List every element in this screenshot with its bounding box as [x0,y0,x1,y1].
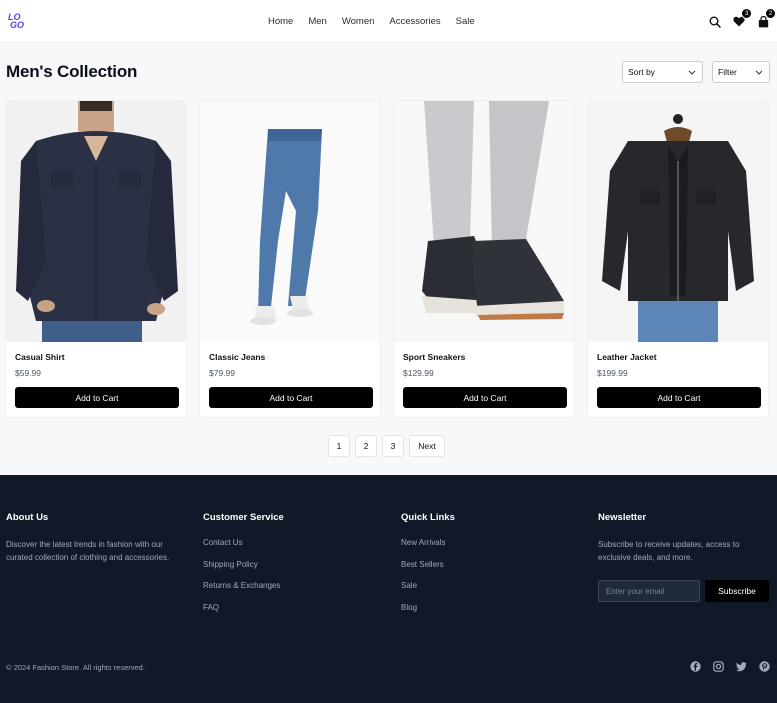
collection-toolbar: Men's Collection Sort by Filter [6,61,770,83]
wishlist-button[interactable]: 3 [732,7,752,29]
twitter-icon[interactable] [736,661,747,672]
footer-link-shipping[interactable]: Shipping Policy [203,560,284,569]
jacket-image[interactable] [588,101,768,342]
add-to-cart-button[interactable]: Add to Cart [15,387,179,408]
page-2-button[interactable]: 2 [355,435,377,457]
nav-women[interactable]: Women [342,16,375,27]
chevron-down-icon [688,70,696,75]
sort-select[interactable]: Sort by [622,61,703,83]
footer-link-returns[interactable]: Returns & Exchanges [203,581,284,590]
sort-label: Sort by [628,67,655,77]
footer-newsletter-title: Newsletter [598,512,647,523]
search-icon[interactable] [708,15,722,29]
pagination: 1 2 3 Next [328,435,445,457]
footer-link-faq[interactable]: FAQ [203,603,284,612]
product-price: $79.99 [209,368,235,378]
chevron-down-icon [755,70,763,75]
footer-customer-service: Customer Service Contact Us Shipping Pol… [203,512,284,624]
footer-link-new-arrivals[interactable]: New Arrivals [401,538,455,547]
nav-sale[interactable]: Sale [456,16,475,27]
sneakers-image[interactable] [394,101,574,342]
next-page-button[interactable]: Next [409,435,445,457]
footer-link-sale[interactable]: Sale [401,581,455,590]
filter-label: Filter [718,67,737,77]
product-name[interactable]: Classic Jeans [209,352,372,362]
product-card[interactable]: Leather Jacket $199.99 Add to Cart [588,101,768,417]
footer-newsletter: Newsletter Subscribe to receive updates,… [598,512,770,602]
footer-quick-title: Quick Links [401,512,455,523]
cart-button[interactable]: 2 [756,7,776,29]
product-price: $59.99 [15,368,41,378]
navy-shirt-image[interactable] [6,101,186,342]
filter-select[interactable]: Filter [712,61,770,83]
header-actions: 3 2 [708,0,776,43]
add-to-cart-button[interactable]: Add to Cart [597,387,761,408]
page-1-button[interactable]: 1 [328,435,350,457]
newsletter-email-input[interactable] [598,580,700,602]
footer-link-blog[interactable]: Blog [401,603,455,612]
subscribe-button[interactable]: Subscribe [705,580,769,602]
add-to-cart-button[interactable]: Add to Cart [209,387,373,408]
footer-link-contact[interactable]: Contact Us [203,538,284,547]
facebook-icon[interactable] [690,661,701,672]
footer-about-title: About Us [6,512,49,523]
footer-link-best-sellers[interactable]: Best Sellers [401,560,455,569]
product-name[interactable]: Sport Sneakers [403,352,566,362]
add-to-cart-button[interactable]: Add to Cart [403,387,567,408]
product-card[interactable]: Classic Jeans $79.99 Add to Cart [200,101,380,417]
footer-about: About Us Discover the latest trends in f… [6,512,186,564]
nav-accessories[interactable]: Accessories [389,16,440,27]
social-links [690,661,770,672]
footer-service-title: Customer Service [203,512,284,523]
jeans-image[interactable] [200,101,380,342]
logo-icon: LO GO [8,12,24,30]
cart-count-badge: 2 [765,7,776,19]
footer-about-text: Discover the latest trends in fashion wi… [6,540,170,562]
product-price: $129.99 [403,368,434,378]
product-name[interactable]: Casual Shirt [15,352,178,362]
page-title: Men's Collection [6,62,138,81]
wishlist-count-badge: 3 [741,7,752,19]
product-price: $199.99 [597,368,628,378]
site-footer: About Us Discover the latest trends in f… [0,475,777,703]
copyright-text: © 2024 Fashion Store. All rights reserve… [6,663,145,672]
instagram-icon[interactable] [713,661,724,672]
product-grid: Casual Shirt $59.99 Add to Cart Classic … [6,101,768,417]
footer-quick-links: Quick Links New Arrivals Best Sellers Sa… [401,512,455,624]
svg-text:GO: GO [10,20,24,30]
logo[interactable]: LO GO [7,10,29,32]
footer-newsletter-text: Subscribe to receive updates, access to … [598,540,740,562]
site-header: LO GO Home Men Women Accessories Sale 3 … [0,0,777,43]
page-3-button[interactable]: 3 [382,435,404,457]
nav-home[interactable]: Home [268,16,293,27]
main-nav: Home Men Women Accessories Sale [268,0,475,43]
product-card[interactable]: Sport Sneakers $129.99 Add to Cart [394,101,574,417]
product-card[interactable]: Casual Shirt $59.99 Add to Cart [6,101,186,417]
product-name[interactable]: Leather Jacket [597,352,760,362]
pinterest-icon[interactable] [759,661,770,672]
nav-men[interactable]: Men [308,16,326,27]
